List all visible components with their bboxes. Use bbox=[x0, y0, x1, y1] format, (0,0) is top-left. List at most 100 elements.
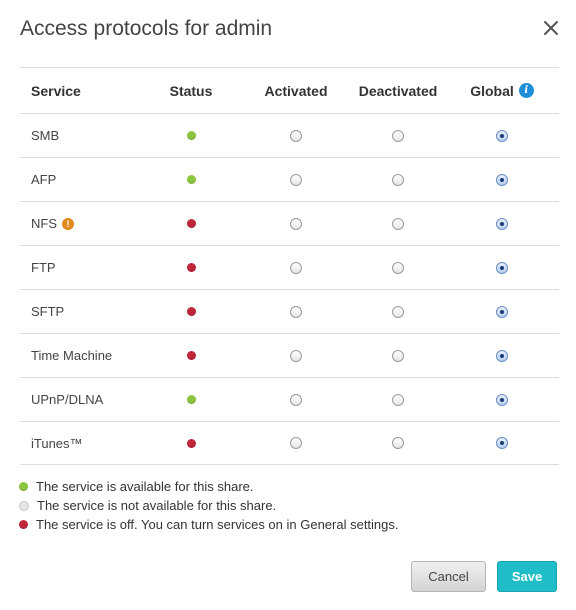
legend-item: The service is available for this share. bbox=[19, 477, 399, 496]
activated-cell bbox=[246, 158, 346, 201]
table-row: SMB bbox=[20, 113, 559, 157]
activated-radio[interactable] bbox=[290, 393, 302, 406]
global-radio[interactable] bbox=[496, 349, 508, 362]
deactivated-cell bbox=[348, 202, 448, 245]
status-green-dot-icon bbox=[186, 395, 196, 404]
status-green-dot-icon bbox=[186, 131, 196, 140]
service-cell: FTP bbox=[31, 246, 56, 289]
activated-cell bbox=[246, 290, 346, 333]
activated-cell bbox=[246, 422, 346, 464]
column-header-service: Service bbox=[31, 82, 81, 99]
service-name: NFS bbox=[31, 216, 57, 231]
activated-radio[interactable] bbox=[290, 217, 302, 230]
service-name: FTP bbox=[31, 260, 56, 275]
activated-cell bbox=[246, 114, 346, 157]
table-row: AFP bbox=[20, 157, 559, 201]
activated-radio[interactable] bbox=[290, 173, 302, 186]
global-cell bbox=[452, 334, 552, 377]
global-radio[interactable] bbox=[496, 305, 508, 318]
status-red-dot-icon bbox=[186, 438, 196, 448]
deactivated-radio[interactable] bbox=[392, 393, 404, 406]
deactivated-cell bbox=[348, 158, 448, 201]
activated-cell bbox=[246, 334, 346, 377]
service-name: SFTP bbox=[31, 304, 65, 319]
status-cell bbox=[170, 158, 212, 201]
protocols-table: Service Status Activated Deactivated Glo… bbox=[20, 67, 559, 465]
deactivated-cell bbox=[348, 334, 448, 377]
column-header-deactivated: Deactivated bbox=[358, 82, 438, 99]
global-cell bbox=[452, 246, 552, 289]
deactivated-radio[interactable] bbox=[392, 217, 404, 230]
status-green-dot-icon bbox=[186, 175, 196, 184]
status-cell bbox=[170, 246, 212, 289]
deactivated-cell bbox=[348, 290, 448, 333]
global-radio[interactable] bbox=[496, 393, 508, 406]
service-cell: iTunes™ bbox=[31, 422, 83, 464]
global-cell bbox=[452, 114, 552, 157]
global-cell bbox=[452, 422, 552, 464]
deactivated-radio[interactable] bbox=[392, 261, 404, 274]
global-cell bbox=[452, 158, 552, 201]
status-red-dot-icon bbox=[186, 263, 196, 272]
deactivated-radio[interactable] bbox=[392, 173, 404, 186]
global-radio[interactable] bbox=[496, 173, 508, 186]
column-header-global: Global i bbox=[452, 68, 552, 113]
global-radio[interactable] bbox=[496, 129, 508, 142]
activated-cell bbox=[246, 378, 346, 421]
activated-cell bbox=[246, 202, 346, 245]
status-red-dot-icon bbox=[186, 219, 196, 228]
status-red-dot-icon bbox=[186, 351, 196, 360]
deactivated-radio[interactable] bbox=[392, 349, 404, 362]
deactivated-cell bbox=[348, 246, 448, 289]
global-radio[interactable] bbox=[496, 437, 508, 449]
access-protocols-dialog: Access protocols for admin Service Statu… bbox=[0, 0, 576, 610]
deactivated-radio[interactable] bbox=[392, 129, 404, 142]
service-cell: Time Machine bbox=[31, 334, 112, 377]
legend-text: The service is not available for this sh… bbox=[37, 498, 277, 513]
save-button[interactable]: Save bbox=[497, 561, 557, 592]
table-header-row: Service Status Activated Deactivated Glo… bbox=[20, 67, 559, 113]
column-header-activated: Activated bbox=[264, 82, 328, 99]
global-radio[interactable] bbox=[496, 217, 508, 230]
close-icon[interactable] bbox=[539, 16, 563, 40]
table-row: FTP bbox=[20, 245, 559, 289]
global-cell bbox=[452, 378, 552, 421]
service-name: UPnP/DLNA bbox=[31, 392, 104, 407]
activated-radio[interactable] bbox=[290, 261, 302, 274]
legend-item: The service is not available for this sh… bbox=[19, 496, 399, 515]
activated-radio[interactable] bbox=[290, 129, 302, 142]
activated-radio[interactable] bbox=[290, 437, 302, 449]
legend-text: The service is off. You can turn service… bbox=[36, 517, 399, 532]
status-cell bbox=[170, 334, 212, 377]
service-cell: AFP bbox=[31, 158, 56, 201]
status-cell bbox=[170, 202, 212, 245]
legend-green-dot-icon bbox=[19, 482, 28, 491]
info-icon[interactable]: i bbox=[518, 83, 534, 98]
deactivated-radio[interactable] bbox=[392, 305, 404, 318]
service-name: iTunes™ bbox=[31, 435, 83, 451]
status-cell bbox=[170, 114, 212, 157]
legend-text: The service is available for this share. bbox=[36, 479, 254, 494]
service-name: Time Machine bbox=[31, 348, 113, 363]
column-header-global-label: Global bbox=[470, 82, 514, 99]
service-cell: SFTP bbox=[31, 290, 64, 333]
global-cell bbox=[452, 202, 552, 245]
activated-radio[interactable] bbox=[290, 349, 302, 362]
activated-radio[interactable] bbox=[290, 305, 302, 318]
service-cell: SMB bbox=[31, 114, 59, 157]
global-cell bbox=[452, 290, 552, 333]
status-red-dot-icon bbox=[186, 307, 196, 316]
table-row: NFS! bbox=[20, 201, 559, 245]
warning-icon[interactable]: ! bbox=[62, 217, 74, 230]
deactivated-cell bbox=[348, 378, 448, 421]
deactivated-cell bbox=[348, 114, 448, 157]
table-row: SFTP bbox=[20, 289, 559, 333]
table-row: UPnP/DLNA bbox=[20, 377, 559, 421]
cancel-button[interactable]: Cancel bbox=[411, 561, 486, 592]
deactivated-radio[interactable] bbox=[392, 437, 404, 449]
service-cell: UPnP/DLNA bbox=[31, 378, 103, 421]
global-radio[interactable] bbox=[496, 261, 508, 274]
table-row: iTunes™ bbox=[20, 421, 559, 465]
status-legend: The service is available for this share.… bbox=[19, 477, 399, 534]
legend-grey-dot-icon bbox=[19, 500, 29, 511]
